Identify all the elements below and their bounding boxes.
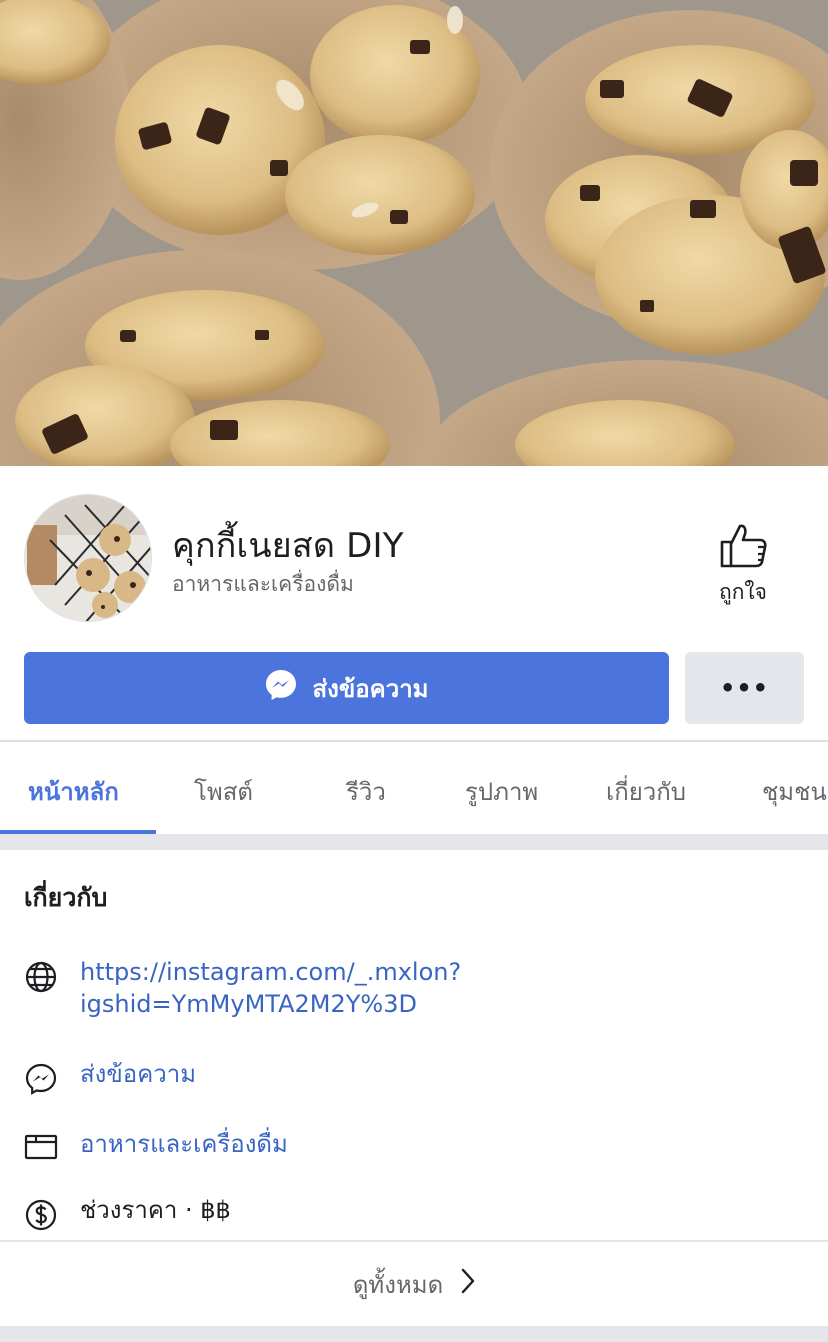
send-message-button[interactable]: ส่งข้อความ bbox=[24, 652, 669, 724]
about-section: เกี่ยวกับ https://instagram.com/_.mxlon?… bbox=[0, 850, 828, 1342]
thumbs-up-icon bbox=[700, 522, 786, 568]
tab-community[interactable]: ชุมชน bbox=[762, 772, 827, 811]
avatar-image bbox=[25, 495, 151, 621]
price-range-text: ช่วงราคา · ฿฿ bbox=[80, 1196, 231, 1224]
chevron-right-icon bbox=[443, 1268, 475, 1300]
page-avatar[interactable] bbox=[24, 494, 152, 622]
website-link-line-1: https://instagram.com/_.mxlon? bbox=[80, 958, 462, 986]
tab-home[interactable]: หน้าหลัก bbox=[28, 772, 119, 811]
globe-icon bbox=[24, 960, 58, 998]
message-link[interactable]: ส่งข้อความ bbox=[80, 1058, 800, 1090]
see-all-button[interactable]: ดูทั้งหมด bbox=[0, 1242, 828, 1326]
see-all-label: ดูทั้งหมด bbox=[352, 1270, 444, 1299]
dollar-icon bbox=[24, 1198, 58, 1236]
more-options-button[interactable]: ••• bbox=[685, 652, 804, 724]
category-link[interactable]: อาหารและเครื่องดื่ม bbox=[80, 1128, 800, 1160]
cookie-cups-image bbox=[0, 0, 828, 466]
profile-header: คุกกี้เนยสด DIY อาหารและเครื่องดื่ม ถูกใ… bbox=[0, 466, 828, 634]
about-heading: เกี่ยวกับ bbox=[24, 883, 108, 912]
page-title: คุกกี้เนยสด DIY bbox=[172, 526, 404, 566]
more-dots-icon: ••• bbox=[719, 674, 770, 702]
like-label: ถูกใจ bbox=[719, 580, 767, 604]
action-bar: ส่งข้อความ ••• bbox=[0, 634, 828, 740]
send-message-label: ส่งข้อความ bbox=[312, 674, 429, 703]
website-link-line-2: igshid=YmMyMTA2M2Y%3D bbox=[80, 990, 417, 1018]
section-separator bbox=[0, 834, 828, 850]
cover-photo[interactable] bbox=[0, 0, 828, 466]
messenger-icon bbox=[24, 1062, 58, 1100]
bottom-separator bbox=[0, 1326, 828, 1342]
tab-photos[interactable]: รูปภาพ bbox=[465, 772, 538, 811]
page-category[interactable]: อาหารและเครื่องดื่ม bbox=[172, 568, 354, 601]
like-button[interactable]: ถูกใจ bbox=[700, 522, 786, 609]
tab-bar: หน้าหลัก โพสต์ รีวิว รูปภาพ เกี่ยวกับ ชุ… bbox=[0, 740, 828, 834]
tab-posts[interactable]: โพสต์ bbox=[194, 772, 253, 811]
tab-reviews[interactable]: รีวิว bbox=[346, 772, 386, 811]
folder-icon bbox=[24, 1132, 58, 1166]
website-link[interactable]: https://instagram.com/_.mxlon? igshid=Ym… bbox=[80, 956, 800, 1020]
tab-about[interactable]: เกี่ยวกับ bbox=[606, 772, 686, 811]
messenger-icon bbox=[264, 668, 312, 708]
